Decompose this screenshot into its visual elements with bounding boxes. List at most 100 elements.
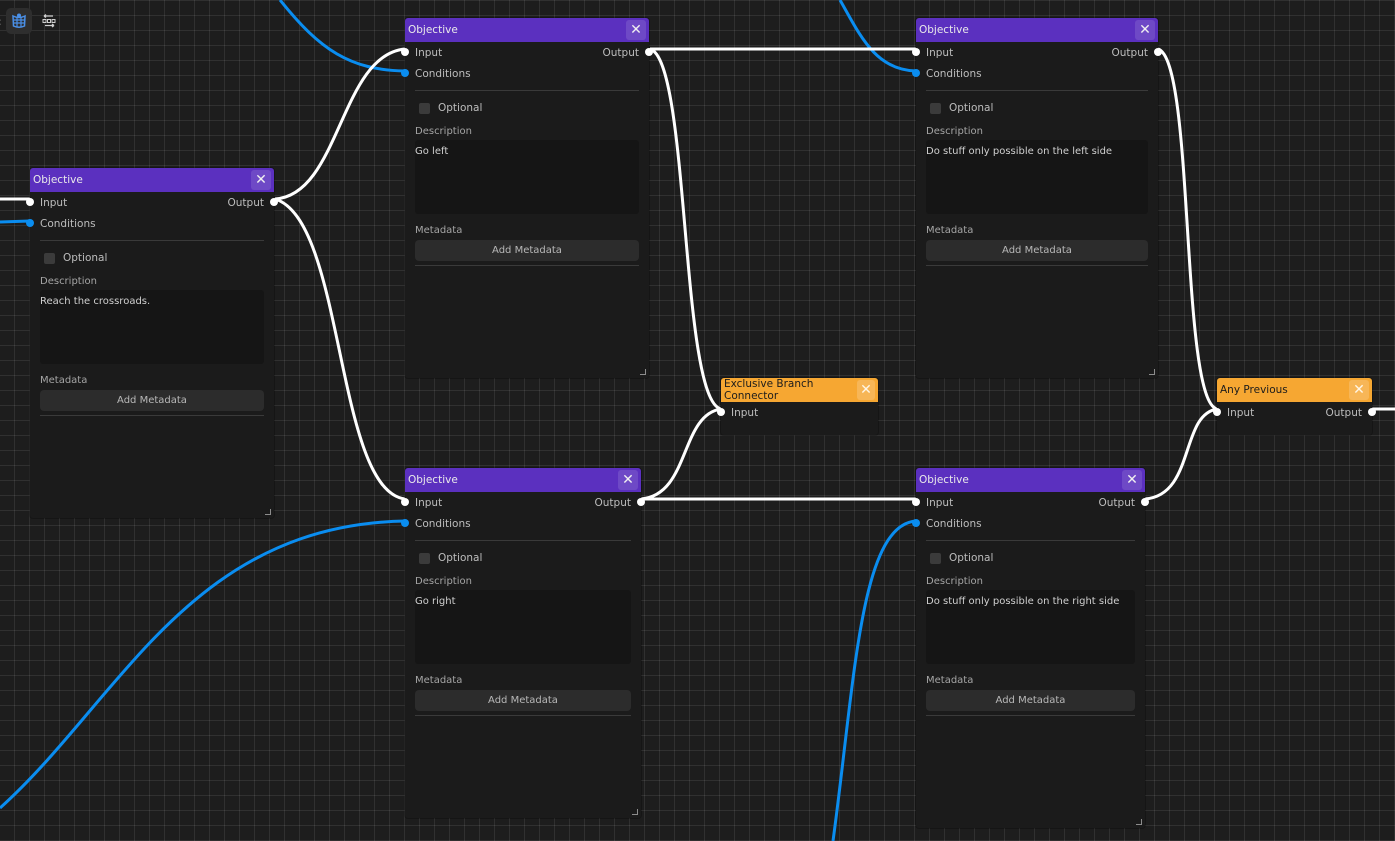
objective-node[interactable]: Objective ✕ Input Output Conditions Opti… [912,18,1162,378]
metadata-label: Metadata [40,375,88,386]
optional-checkbox[interactable] [44,252,55,264]
close-node-button[interactable]: ✕ [626,20,646,40]
node-title: Objective [408,474,458,486]
output-port[interactable] [1368,408,1376,416]
map-grid-icon [11,13,26,28]
optional-checkbox[interactable] [419,102,430,114]
auto-layout-button[interactable] [36,8,62,34]
input-port[interactable] [26,198,34,206]
resize-handle[interactable] [632,809,638,815]
node-header[interactable]: Objective ✕ [916,468,1145,492]
description-label: Description [40,276,97,287]
objective-node[interactable]: Objective ✕ Input Output Conditions Opti… [912,468,1149,828]
description-input[interactable]: Go right [415,590,631,664]
close-node-button[interactable]: ✕ [856,380,875,400]
close-icon: ✕ [622,472,634,488]
resize-handle[interactable] [265,509,271,515]
close-node-button[interactable]: ✕ [1122,470,1142,490]
optional-checkbox[interactable] [930,552,941,564]
node-header[interactable]: Objective ✕ [405,18,649,42]
input-port[interactable] [401,48,409,56]
node-title: Exclusive Branch Connector [724,378,814,402]
conditions-label: Conditions [415,517,471,530]
conditions-port[interactable] [912,69,920,77]
description-input[interactable]: Go left [415,140,639,214]
output-label: Output [594,496,631,509]
layout-arrange-icon [42,14,56,28]
close-node-button[interactable]: ✕ [251,170,271,190]
divider [926,265,1148,266]
input-port[interactable] [912,498,920,506]
flow-wire[interactable] [649,47,722,411]
description-input[interactable]: Do stuff only possible on the right side [926,590,1135,664]
conditions-port[interactable] [912,519,920,527]
condition-wire[interactable] [278,0,406,73]
optional-toggle[interactable]: Optional [405,545,641,571]
input-port[interactable] [717,408,725,416]
flow-wire[interactable] [274,197,406,501]
node-header[interactable]: Objective ✕ [30,168,274,192]
output-port[interactable] [1141,498,1149,506]
optional-toggle[interactable]: Optional [916,545,1145,571]
condition-wire[interactable] [0,519,406,810]
description-input[interactable]: Reach the crossroads. [40,290,264,364]
conditions-port[interactable] [401,69,409,77]
output-port[interactable] [645,48,653,56]
objective-node[interactable]: Objective ✕ Input Output Conditions Opti… [401,18,653,378]
close-node-button[interactable]: ✕ [618,470,638,490]
flow-wire[interactable] [274,47,406,201]
node-header[interactable]: Objective ✕ [405,468,641,492]
close-node-button[interactable]: ✕ [1349,380,1369,400]
output-port[interactable] [637,498,645,506]
close-node-button[interactable]: ✕ [1135,20,1155,40]
output-port[interactable] [1154,48,1162,56]
input-port[interactable] [912,48,920,56]
input-label: Input [731,406,759,419]
node-header[interactable]: Exclusive Branch Connector ✕ [721,378,878,402]
conditions-port[interactable] [26,219,34,227]
close-icon: ✕ [1353,382,1365,398]
port-row: Conditions [912,513,1145,534]
conditions-port[interactable] [401,519,409,527]
optional-toggle[interactable]: Optional [405,95,649,121]
add-metadata-button[interactable]: Add Metadata [926,240,1148,261]
optional-label: Optional [63,252,108,264]
input-port[interactable] [1213,408,1221,416]
resize-handle[interactable] [640,369,646,375]
node-header[interactable]: Any Previous ✕ [1217,378,1372,402]
add-metadata-button[interactable]: Add Metadata [926,690,1135,711]
output-port[interactable] [270,198,278,206]
flow-wire[interactable] [1157,47,1218,411]
condition-wire[interactable] [831,519,917,841]
add-metadata-button[interactable]: Add Metadata [415,690,631,711]
add-metadata-button[interactable]: Add Metadata [40,390,264,411]
input-port[interactable] [401,498,409,506]
add-metadata-button[interactable]: Add Metadata [415,240,639,261]
optional-checkbox[interactable] [419,552,430,564]
connector-node[interactable]: Any Previous ✕ Input Output [1213,378,1376,435]
resize-handle[interactable] [1149,369,1155,375]
divider [415,90,639,91]
description-input[interactable]: Do stuff only possible on the left side [926,140,1148,214]
conditions-label: Conditions [415,67,471,80]
divider [926,715,1135,716]
node-header[interactable]: Objective ✕ [916,18,1158,42]
node-title: Objective [33,174,83,186]
port-row: Input Output [26,192,278,213]
input-label: Input [1227,406,1255,419]
optional-toggle[interactable]: Optional [30,245,274,271]
flow-wire[interactable] [1144,407,1218,501]
flow-wire[interactable] [640,407,722,501]
metadata-label: Metadata [415,225,463,236]
optional-checkbox[interactable] [930,102,941,114]
resize-handle[interactable] [1136,819,1142,825]
condition-wire[interactable] [838,0,917,73]
output-label: Output [602,46,639,59]
objective-node[interactable]: Objective ✕ Input Output Conditions Opti… [401,468,645,818]
port-row: Conditions [912,63,1158,84]
map-view-button[interactable] [5,8,32,34]
connector-node[interactable]: Exclusive Branch Connector ✕ Input [717,378,878,435]
optional-toggle[interactable]: Optional [916,95,1158,121]
node-title: Objective [919,474,969,486]
objective-node[interactable]: Objective ✕ Input Output Conditions Opti… [26,168,278,518]
